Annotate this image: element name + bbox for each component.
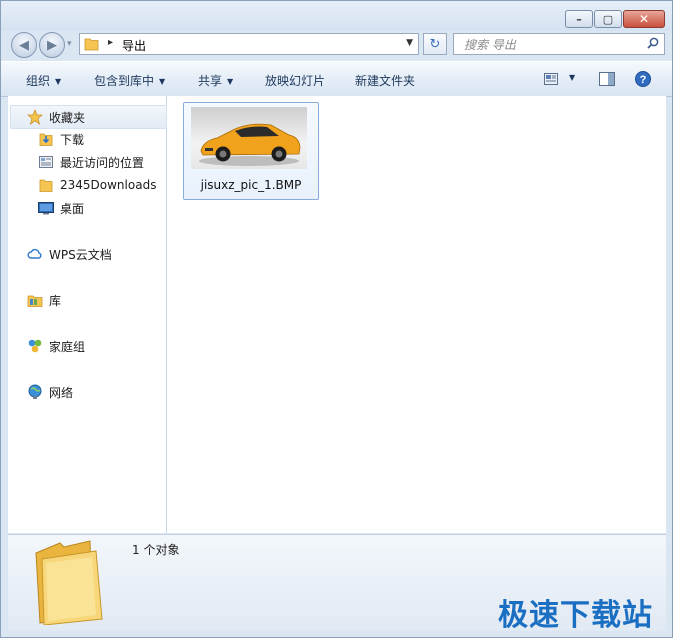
- sidebar-item-label: 库: [49, 293, 62, 308]
- search-input[interactable]: [462, 35, 646, 55]
- car-image-thumbnail: [191, 107, 307, 169]
- refresh-icon: ↻: [429, 36, 441, 52]
- svg-text:?: ?: [640, 74, 647, 86]
- sidebar-item-label: 家庭组: [49, 339, 86, 354]
- back-button[interactable]: ◀: [11, 32, 37, 58]
- file-item[interactable]: jisuxz_pic_1.BMP: [183, 102, 319, 200]
- sidebar-item-label: 下载: [60, 132, 85, 147]
- back-arrow-icon: ◀: [19, 37, 29, 53]
- sidebar-item-desktop[interactable]: 桌面: [38, 197, 84, 219]
- sidebar-item-network[interactable]: 网络: [27, 381, 73, 403]
- organize-dropdown-icon: ▼: [55, 77, 62, 86]
- file-name: jisuxz_pic_1.BMP: [200, 178, 302, 192]
- change-view-icon[interactable]: [544, 73, 558, 85]
- close-icon: ✕: [638, 12, 650, 26]
- command-bar: 组织 ▼ 包含到库中 ▼ 共享 ▼ 放映幻灯片 新建文件夹 ▼ ?: [1, 61, 672, 97]
- item-count: 1 个对象: [132, 543, 180, 557]
- file-list: jisuxz_pic_1.BMP: [167, 96, 666, 533]
- search-icon[interactable]: [647, 37, 659, 49]
- breadcrumb-separator-icon[interactable]: ▸: [108, 37, 113, 48]
- breadcrumb-current[interactable]: 导出: [122, 37, 146, 54]
- recent-places-icon: [39, 156, 53, 168]
- large-folder-icon: [35, 540, 103, 625]
- sidebar-item-label: 桌面: [60, 201, 85, 216]
- title-bar: – ▢ ✕: [1, 1, 672, 31]
- navigation-bar: ◀ ▶ ▾ ▸ 导出 ▼ ↻: [1, 31, 672, 59]
- minimize-button[interactable]: –: [565, 10, 593, 28]
- organize-button[interactable]: 组织 ▼: [26, 72, 61, 89]
- forward-button[interactable]: ▶: [39, 32, 65, 58]
- organize-label: 组织: [26, 74, 51, 88]
- sidebar-item-recent-places[interactable]: 最近访问的位置: [38, 151, 144, 173]
- desktop-icon: [38, 202, 54, 215]
- help-icon[interactable]: ?: [635, 71, 651, 87]
- sidebar-item-2345downloads[interactable]: 2345Downloads: [38, 174, 156, 196]
- sidebar-item-label: 2345Downloads: [60, 178, 157, 192]
- sidebar-item-downloads[interactable]: 下载: [38, 128, 84, 150]
- slideshow-button[interactable]: 放映幻灯片: [265, 72, 325, 89]
- maximize-button[interactable]: ▢: [594, 10, 622, 28]
- sidebar-item-homegroup[interactable]: 家庭组: [27, 335, 85, 357]
- folder-icon: [84, 38, 99, 51]
- sidebar-item-label: 最近访问的位置: [60, 155, 145, 170]
- search-box: [453, 33, 665, 55]
- include-in-library-label: 包含到库中: [94, 74, 155, 88]
- forward-arrow-icon: ▶: [47, 37, 57, 53]
- minimize-icon: –: [576, 12, 582, 26]
- include-in-library-dropdown-icon: ▼: [159, 77, 166, 86]
- address-bar[interactable]: ▸ 导出 ▼: [79, 33, 419, 55]
- sidebar-item-label: WPS云文档: [49, 247, 112, 262]
- caption-buttons: – ▢ ✕: [564, 10, 665, 28]
- downloads-folder-icon: [39, 133, 53, 146]
- preview-pane-icon[interactable]: [599, 72, 615, 86]
- homegroup-icon: [28, 339, 42, 353]
- address-history-dropdown-icon[interactable]: ▼: [406, 38, 413, 48]
- sidebar-item-label: 收藏夹: [49, 110, 86, 125]
- cloud-icon: [27, 248, 42, 259]
- view-options-dropdown-icon[interactable]: ▼: [569, 73, 575, 82]
- include-in-library-button[interactable]: 包含到库中 ▼: [94, 72, 165, 89]
- share-button[interactable]: 共享 ▼: [198, 72, 233, 89]
- sidebar-item-label: 网络: [49, 385, 74, 400]
- library-icon: [27, 295, 43, 307]
- network-icon: [28, 384, 42, 399]
- close-button[interactable]: ✕: [623, 10, 665, 28]
- maximize-icon: ▢: [602, 12, 614, 26]
- sidebar-item-favorites[interactable]: 收藏夹: [10, 105, 167, 129]
- share-dropdown-icon: ▼: [227, 77, 234, 86]
- sidebar-item-wps-cloud[interactable]: WPS云文档: [27, 243, 112, 265]
- sidebar-item-libraries[interactable]: 库: [27, 289, 61, 311]
- share-label: 共享: [198, 74, 223, 88]
- star-icon: [27, 109, 43, 125]
- navigation-pane: 收藏夹 下载 最近访问的位置 2345Downloads 桌面 WPS云文档 库…: [8, 96, 167, 533]
- recent-pages-button[interactable]: ▾: [67, 39, 72, 49]
- folder-icon: [39, 179, 53, 192]
- explorer-window: – ▢ ✕ ◀ ▶ ▾ ▸ 导出 ▼ ↻ 组织 ▼ 包含到库中 ▼ 共享 ▼: [0, 0, 673, 638]
- new-folder-button[interactable]: 新建文件夹: [355, 72, 415, 89]
- refresh-button[interactable]: ↻: [423, 33, 447, 55]
- watermark-text: 极速下载站: [498, 598, 653, 633]
